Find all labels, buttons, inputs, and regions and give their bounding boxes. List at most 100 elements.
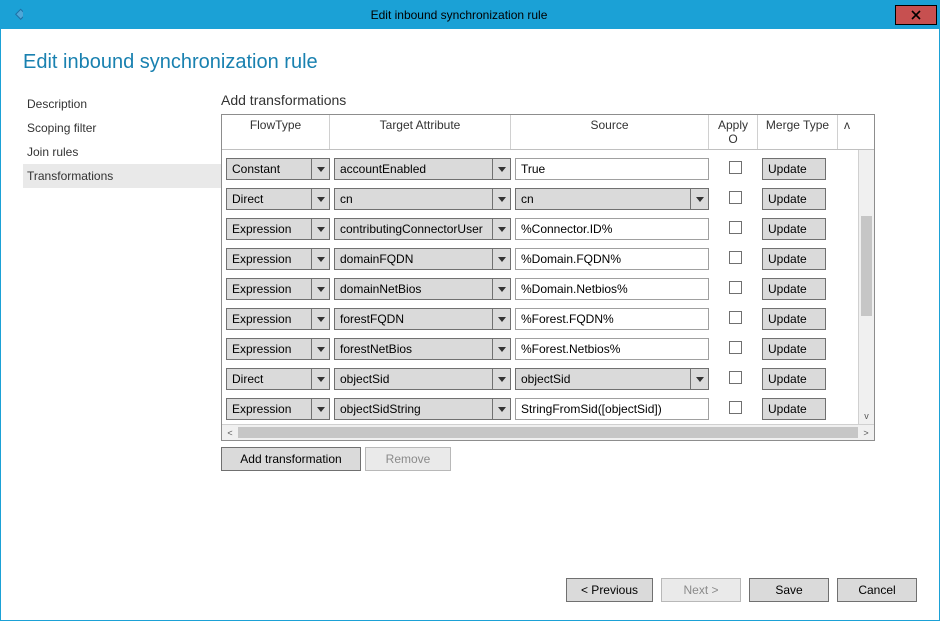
scroll-right-icon[interactable]: > <box>858 425 874 440</box>
scroll-up-corner[interactable]: ᴧ <box>838 115 854 149</box>
chevron-down-icon[interactable] <box>807 159 825 179</box>
sidebar-item-scoping-filter[interactable]: Scoping filter <box>23 116 221 140</box>
chevron-down-icon[interactable] <box>807 189 825 209</box>
sidebar-item-join-rules[interactable]: Join rules <box>23 140 221 164</box>
apply-once-checkbox[interactable] <box>729 251 742 264</box>
chevron-down-icon[interactable] <box>492 249 510 269</box>
chevron-down-icon[interactable] <box>807 249 825 269</box>
flowtype-dropdown[interactable]: Expression <box>226 218 330 240</box>
col-header-apply-once[interactable]: Apply O <box>709 115 758 149</box>
chevron-down-icon[interactable] <box>492 399 510 419</box>
flowtype-dropdown[interactable]: Expression <box>226 308 330 330</box>
chevron-down-icon[interactable] <box>311 159 329 179</box>
chevron-down-icon[interactable] <box>807 339 825 359</box>
merge-type-dropdown[interactable]: Update <box>762 278 826 300</box>
flowtype-dropdown[interactable]: Direct <box>226 368 330 390</box>
scroll-left-icon[interactable]: < <box>222 425 238 440</box>
apply-once-checkbox[interactable] <box>729 401 742 414</box>
apply-once-checkbox[interactable] <box>729 281 742 294</box>
window-close-button[interactable] <box>895 5 937 25</box>
apply-once-checkbox[interactable] <box>729 221 742 234</box>
chevron-down-icon[interactable] <box>311 339 329 359</box>
remove-button[interactable]: Remove <box>365 447 451 471</box>
col-header-flowtype[interactable]: FlowType <box>222 115 330 149</box>
target-attribute-dropdown[interactable]: forestFQDN <box>334 308 511 330</box>
merge-type-dropdown[interactable]: Update <box>762 188 826 210</box>
vertical-scrollbar[interactable]: ▲ v <box>858 150 874 424</box>
source-input[interactable] <box>515 218 709 240</box>
target-attribute-dropdown[interactable]: cn <box>334 188 511 210</box>
next-button[interactable]: Next > <box>661 578 741 602</box>
merge-type-dropdown[interactable]: Update <box>762 308 826 330</box>
merge-type-dropdown[interactable]: Update <box>762 248 826 270</box>
chevron-down-icon[interactable] <box>807 309 825 329</box>
chevron-down-icon[interactable] <box>311 369 329 389</box>
merge-type-dropdown[interactable]: Update <box>762 338 826 360</box>
hscroll-track[interactable] <box>238 425 858 440</box>
chevron-down-icon[interactable] <box>311 279 329 299</box>
target-attribute-dropdown[interactable]: domainFQDN <box>334 248 511 270</box>
hscroll-thumb[interactable] <box>238 427 858 438</box>
chevron-down-icon[interactable] <box>492 339 510 359</box>
flowtype-dropdown[interactable]: Constant <box>226 158 330 180</box>
apply-once-checkbox[interactable] <box>729 371 742 384</box>
merge-type-dropdown[interactable]: Update <box>762 218 826 240</box>
apply-once-checkbox[interactable] <box>729 341 742 354</box>
chevron-down-icon[interactable] <box>690 369 708 389</box>
target-attribute-dropdown[interactable]: forestNetBios <box>334 338 511 360</box>
flowtype-dropdown[interactable]: Expression <box>226 248 330 270</box>
col-header-target[interactable]: Target Attribute <box>330 115 511 149</box>
target-attribute-dropdown[interactable]: objectSid <box>334 368 511 390</box>
previous-button[interactable]: < Previous <box>566 578 653 602</box>
flowtype-dropdown[interactable]: Direct <box>226 188 330 210</box>
target-attribute-dropdown[interactable]: accountEnabled <box>334 158 511 180</box>
cancel-button[interactable]: Cancel <box>837 578 917 602</box>
apply-once-checkbox[interactable] <box>729 311 742 324</box>
source-input[interactable] <box>515 248 709 270</box>
target-attribute-dropdown[interactable]: domainNetBios <box>334 278 511 300</box>
sidebar-item-description[interactable]: Description <box>23 92 221 116</box>
chevron-down-icon[interactable] <box>492 279 510 299</box>
apply-once-checkbox[interactable] <box>729 191 742 204</box>
chevron-down-icon[interactable] <box>807 399 825 419</box>
sidebar-item-transformations[interactable]: Transformations <box>23 164 221 188</box>
chevron-down-icon[interactable] <box>311 219 329 239</box>
chevron-down-icon[interactable] <box>492 159 510 179</box>
chevron-down-icon[interactable] <box>690 189 708 209</box>
source-input[interactable] <box>515 278 709 300</box>
col-header-merge-type[interactable]: Merge Type <box>758 115 838 149</box>
merge-type-dropdown[interactable]: Update <box>762 398 826 420</box>
chevron-down-icon[interactable] <box>492 189 510 209</box>
vscroll-thumb[interactable] <box>861 216 872 316</box>
scroll-down-icon[interactable]: v <box>859 408 874 424</box>
chevron-down-icon[interactable] <box>311 309 329 329</box>
chevron-down-icon[interactable] <box>311 249 329 269</box>
source-input[interactable] <box>515 398 709 420</box>
source-dropdown[interactable]: objectSid <box>515 368 709 390</box>
source-dropdown[interactable]: cn <box>515 188 709 210</box>
flowtype-dropdown[interactable]: Expression <box>226 338 330 360</box>
chevron-down-icon[interactable] <box>311 399 329 419</box>
chevron-down-icon[interactable] <box>807 369 825 389</box>
save-button[interactable]: Save <box>749 578 829 602</box>
target-attribute-dropdown[interactable]: objectSidString <box>334 398 511 420</box>
target-attribute-dropdown[interactable]: contributingConnectorUser <box>334 218 511 240</box>
chevron-down-icon[interactable] <box>492 369 510 389</box>
chevron-down-icon[interactable] <box>492 309 510 329</box>
chevron-down-icon[interactable] <box>492 219 510 239</box>
col-header-source[interactable]: Source <box>511 115 709 149</box>
flowtype-dropdown[interactable]: Expression <box>226 398 330 420</box>
merge-type-dropdown[interactable]: Update <box>762 368 826 390</box>
chevron-down-icon[interactable] <box>311 189 329 209</box>
horizontal-scrollbar[interactable]: < > <box>222 424 874 440</box>
merge-type-dropdown[interactable]: Update <box>762 158 826 180</box>
flowtype-dropdown[interactable]: Expression <box>226 278 330 300</box>
source-input[interactable] <box>515 338 709 360</box>
apply-once-checkbox[interactable] <box>729 161 742 174</box>
add-transformation-button[interactable]: Add transformation <box>221 447 361 471</box>
source-input[interactable] <box>515 308 709 330</box>
vscroll-track[interactable] <box>859 166 874 408</box>
chevron-down-icon[interactable] <box>807 279 825 299</box>
chevron-down-icon[interactable] <box>807 219 825 239</box>
source-input[interactable] <box>515 158 709 180</box>
